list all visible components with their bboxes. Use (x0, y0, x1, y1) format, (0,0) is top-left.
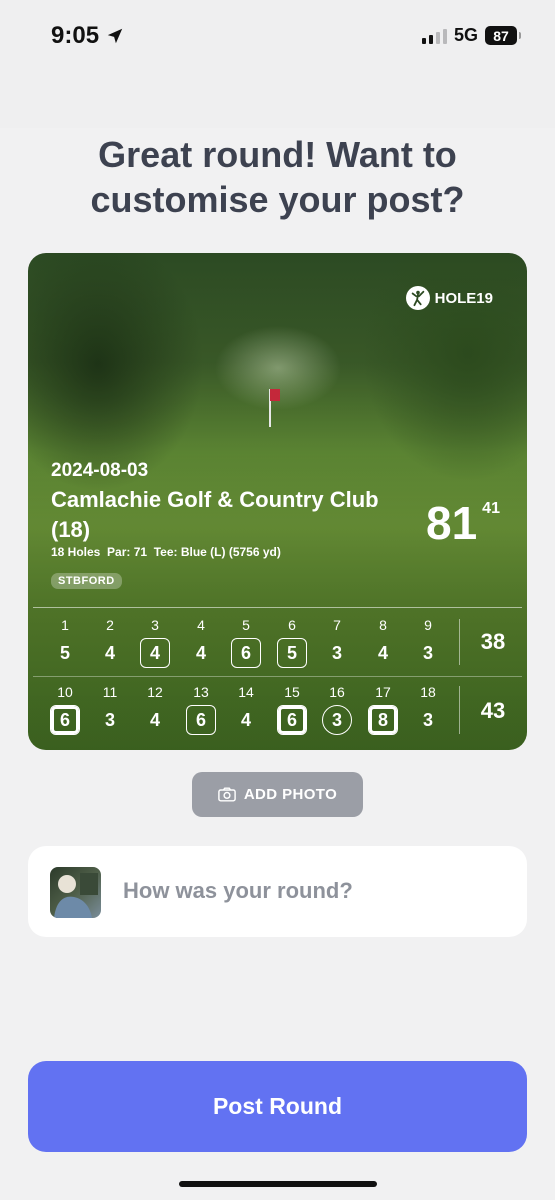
hole-number: 12 (147, 684, 163, 700)
hole-cell: 34 (135, 617, 175, 668)
hole-score: 4 (377, 642, 388, 663)
hole-score: 3 (331, 642, 342, 663)
hole-cell: 56 (226, 617, 266, 668)
hole-score: 3 (422, 642, 433, 663)
add-photo-button[interactable]: ADD PHOTO (192, 772, 363, 817)
comment-box (28, 846, 527, 937)
hole-number: 6 (288, 617, 296, 633)
hole-cell: 18 3 (408, 684, 448, 735)
hole-cell: 15 6 (272, 684, 312, 735)
hole-cell: 65 (272, 617, 312, 668)
hole-number: 4 (197, 617, 205, 633)
hole-number: 8 (379, 617, 387, 633)
post-round-button[interactable]: Post Round (28, 1061, 527, 1152)
brand-logo: HOLE19 (405, 286, 493, 310)
format-badge: STBFORD (51, 573, 122, 589)
hole-score: 6 (186, 705, 216, 735)
hole-number: 1 (61, 617, 69, 633)
hole-number: 2 (106, 617, 114, 633)
hole-score: 4 (195, 642, 206, 663)
hole-score: 6 (231, 638, 261, 668)
avatar (50, 867, 101, 918)
hole-number: 18 (420, 684, 436, 700)
hole-cell: 12 4 (135, 684, 175, 735)
hole-score: 6 (277, 705, 307, 735)
hole-cell: 13 6 (181, 684, 221, 735)
round-details: 18 Holes Par: 71 Tee: Blue (L) (5756 yd) (51, 545, 281, 559)
hole-number: 13 (193, 684, 209, 700)
hole-cell: 17 8 (363, 684, 403, 735)
scorecard-row-divider (33, 676, 522, 677)
network-type: 5G (453, 25, 478, 45)
brand-name: HOLE19 (434, 289, 493, 307)
page-title: Great round! Want to customise your post… (90, 134, 465, 220)
hole-number: 5 (242, 617, 250, 633)
cellular-signal-icon (421, 28, 447, 44)
status-time: 9:05 (51, 22, 124, 50)
hole-cell: 15 (45, 617, 85, 668)
camera-icon (218, 787, 236, 802)
golfer-icon (405, 286, 430, 310)
hole-number: 3 (151, 617, 159, 633)
hole-number: 15 (284, 684, 300, 700)
hole-cell: 73 (317, 617, 357, 668)
front-nine-total: 38 (480, 629, 506, 654)
hole-number: 14 (238, 684, 254, 700)
hole-cell: 11 3 (90, 684, 130, 735)
comment-input[interactable] (123, 868, 503, 914)
home-indicator[interactable] (179, 1181, 377, 1187)
hole-number: 11 (102, 684, 118, 700)
course-name: Camlachie Golf & Country Club (18) (51, 487, 379, 542)
hole-cell: 93 (408, 617, 448, 668)
status-bar: 9:05 5G 87 (0, 0, 555, 128)
hole-cell: 84 (363, 617, 403, 668)
hole-cell: 16 3 (317, 684, 357, 735)
front-nine-row: 152434445665738493 (28, 617, 527, 673)
round-date: 2024-08-03 (51, 460, 149, 481)
hole-number: 17 (375, 684, 391, 700)
hole-score: 6 (50, 705, 80, 735)
battery-level: 87 (493, 27, 509, 44)
hole-number: 7 (333, 617, 341, 633)
battery-icon: 87 (485, 26, 521, 45)
scorecard-divider (33, 607, 522, 608)
total-score: 81 41 (426, 496, 500, 550)
hole-score: 3 (422, 709, 433, 730)
hole-number: 9 (424, 617, 432, 633)
hole-score: 4 (140, 638, 170, 668)
flag-icon (270, 389, 280, 401)
status-indicators: 5G 87 (421, 25, 521, 46)
back-nine-total: 43 (480, 698, 506, 723)
hole-cell: 10 6 (45, 684, 85, 735)
total-points: 41 (482, 500, 500, 517)
hole-cell: 24 (90, 617, 130, 668)
hole-score: 4 (149, 709, 160, 730)
hole-number: 16 (329, 684, 345, 700)
hole-number: 10 (57, 684, 73, 700)
location-arrow-icon (107, 28, 123, 44)
add-photo-label: ADD PHOTO (243, 786, 338, 803)
hole-score: 3 (322, 705, 352, 735)
hole-score: 5 (59, 642, 70, 663)
total-strokes: 81 (426, 497, 478, 549)
hole-score: 4 (240, 709, 251, 730)
hole-score: 5 (277, 638, 307, 668)
time-label: 9:05 (51, 22, 100, 49)
back-nine-row: 10 6 11 3 12 4 13 6 14 4 15 6 16 3 17 8 18 3 (28, 684, 527, 740)
hole-cell: 44 (181, 617, 221, 668)
hole-cell: 14 4 (226, 684, 266, 735)
hole-score: 3 (104, 709, 115, 730)
hole-score: 4 (104, 642, 115, 663)
round-summary-card: HOLE19 2024-08-03 Camlachie Golf & Count… (28, 253, 527, 750)
hole-score: 8 (368, 705, 398, 735)
